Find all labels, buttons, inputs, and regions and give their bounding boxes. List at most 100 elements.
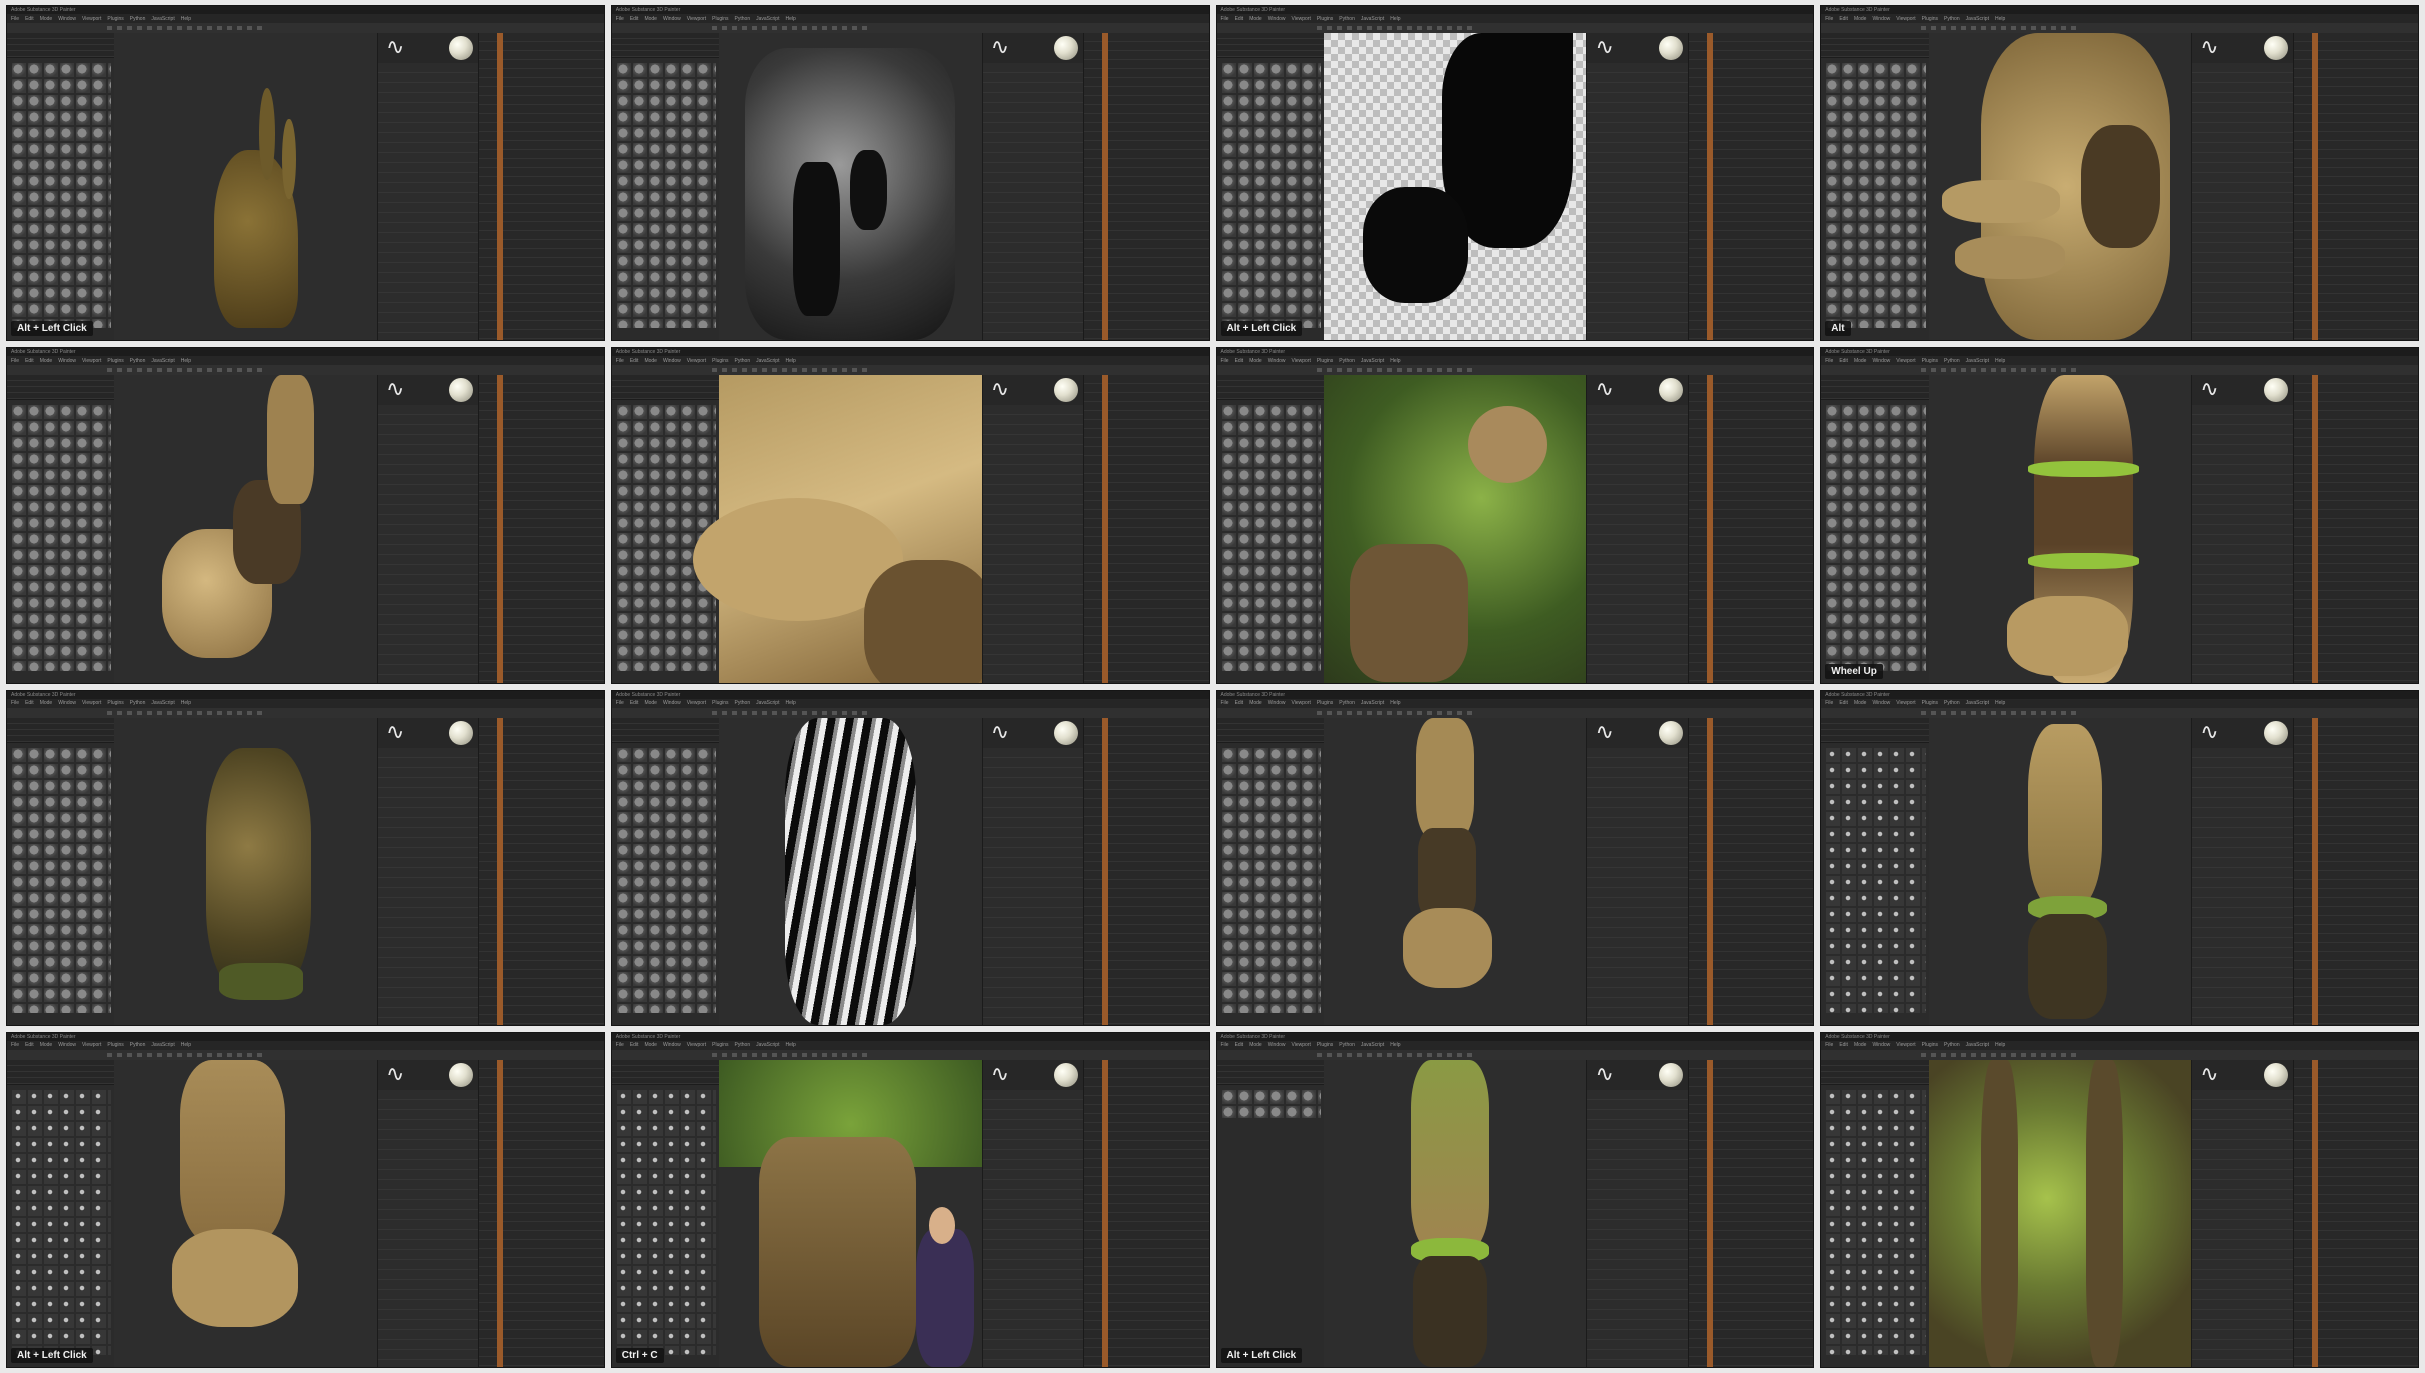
menu-item[interactable]: Plugins xyxy=(712,700,728,706)
menu-item[interactable]: File xyxy=(11,700,19,706)
menu-item[interactable]: File xyxy=(1825,16,1833,22)
layer-stack[interactable] xyxy=(1083,375,1209,683)
menu-item[interactable]: File xyxy=(1221,1042,1229,1048)
asset-thumbnails[interactable] xyxy=(10,403,112,671)
menu-item[interactable]: Mode xyxy=(1249,16,1262,22)
menu-item[interactable]: Help xyxy=(181,700,191,706)
menu-item[interactable]: Plugins xyxy=(1922,358,1938,364)
layer-stack[interactable] xyxy=(2292,33,2418,341)
menu-item[interactable]: JavaScript xyxy=(1361,16,1384,22)
menu-item[interactable]: Help xyxy=(785,358,795,364)
layer-stack[interactable] xyxy=(1687,375,1814,683)
menu-item[interactable]: JavaScript xyxy=(756,700,779,706)
menu-item[interactable]: JavaScript xyxy=(1361,700,1384,706)
asset-thumbnails[interactable] xyxy=(1824,745,1926,1013)
menu-item[interactable]: Viewport xyxy=(687,358,706,364)
menu-item[interactable]: JavaScript xyxy=(1361,358,1384,364)
menu-item[interactable]: Python xyxy=(1944,1042,1960,1048)
menu-item[interactable]: Help xyxy=(1390,700,1400,706)
menu-item[interactable]: Plugins xyxy=(1922,700,1938,706)
menu-item[interactable]: JavaScript xyxy=(151,358,174,364)
menu-item[interactable]: JavaScript xyxy=(756,358,779,364)
menu-item[interactable]: Help xyxy=(1995,1042,2005,1048)
3d-viewport[interactable] xyxy=(1928,1059,2192,1367)
3d-viewport[interactable] xyxy=(1323,33,1587,341)
menu-item[interactable]: Plugins xyxy=(712,16,728,22)
menu-item[interactable]: File xyxy=(11,16,19,22)
menu-item[interactable]: JavaScript xyxy=(1966,358,1989,364)
menu-item[interactable]: File xyxy=(1221,358,1229,364)
menu-item[interactable]: Help xyxy=(181,16,191,22)
menu-item[interactable]: Plugins xyxy=(107,358,123,364)
menu-item[interactable]: Mode xyxy=(1249,358,1262,364)
menu-item[interactable]: Help xyxy=(1390,16,1400,22)
menu-item[interactable]: Mode xyxy=(644,16,657,22)
menu-item[interactable]: Mode xyxy=(40,1042,53,1048)
menu-item[interactable]: Python xyxy=(735,16,751,22)
menu-item[interactable]: File xyxy=(616,16,624,22)
menu-item[interactable]: Edit xyxy=(1235,1042,1244,1048)
3d-viewport[interactable] xyxy=(1323,1059,1587,1367)
3d-viewport[interactable] xyxy=(1928,375,2192,683)
layer-stack[interactable] xyxy=(1083,717,1209,1025)
asset-thumbnails[interactable] xyxy=(614,1087,717,1355)
menu-item[interactable]: Python xyxy=(735,1042,751,1048)
menu-item[interactable]: Window xyxy=(58,16,76,22)
menu-item[interactable]: Edit xyxy=(1235,358,1244,364)
menu-item[interactable]: Window xyxy=(663,1042,681,1048)
menu-item[interactable]: Plugins xyxy=(1922,1042,1938,1048)
layer-stack[interactable] xyxy=(1083,1059,1209,1367)
menu-item[interactable]: Plugins xyxy=(1317,16,1333,22)
layer-stack[interactable] xyxy=(2292,717,2418,1025)
menu-item[interactable]: Mode xyxy=(644,700,657,706)
menu-item[interactable]: Mode xyxy=(1854,16,1867,22)
menu-item[interactable]: Window xyxy=(1872,1042,1890,1048)
menu-item[interactable]: Window xyxy=(1268,16,1286,22)
menu-item[interactable]: Mode xyxy=(1249,1042,1262,1048)
layer-stack[interactable] xyxy=(478,1059,604,1367)
menu-item[interactable]: Window xyxy=(663,700,681,706)
menu-item[interactable]: JavaScript xyxy=(756,16,779,22)
menu-item[interactable]: Viewport xyxy=(687,700,706,706)
menu-item[interactable]: File xyxy=(616,1042,624,1048)
menu-item[interactable]: File xyxy=(1221,16,1229,22)
menu-item[interactable]: Window xyxy=(58,1042,76,1048)
3d-viewport[interactable] xyxy=(719,1059,982,1367)
menu-item[interactable]: Plugins xyxy=(1922,16,1938,22)
menu-item[interactable]: Edit xyxy=(1235,16,1244,22)
3d-viewport[interactable] xyxy=(114,717,377,1025)
3d-viewport[interactable] xyxy=(1323,375,1587,683)
layer-stack[interactable] xyxy=(1083,33,1209,341)
menu-item[interactable]: Edit xyxy=(1839,1042,1848,1048)
menu-item[interactable]: Viewport xyxy=(1292,16,1311,22)
menu-item[interactable]: Edit xyxy=(630,358,639,364)
asset-thumbnails[interactable] xyxy=(1219,1087,1321,1118)
menu-item[interactable]: Python xyxy=(130,1042,146,1048)
asset-thumbnails[interactable] xyxy=(1824,403,1926,671)
menu-item[interactable]: File xyxy=(616,358,624,364)
menu-item[interactable]: Viewport xyxy=(1896,700,1915,706)
menu-item[interactable]: Help xyxy=(1995,358,2005,364)
menu-item[interactable]: Help xyxy=(785,16,795,22)
layer-stack[interactable] xyxy=(478,375,604,683)
menu-item[interactable]: Edit xyxy=(25,700,34,706)
menu-item[interactable]: Edit xyxy=(630,1042,639,1048)
menu-item[interactable]: Python xyxy=(130,700,146,706)
3d-viewport[interactable] xyxy=(1928,33,2192,341)
menu-item[interactable]: Window xyxy=(663,358,681,364)
menu-item[interactable]: Window xyxy=(1268,1042,1286,1048)
menu-item[interactable]: File xyxy=(1825,1042,1833,1048)
menu-item[interactable]: Plugins xyxy=(1317,700,1333,706)
menu-item[interactable]: Mode xyxy=(644,1042,657,1048)
menu-item[interactable]: Help xyxy=(1995,700,2005,706)
asset-thumbnails[interactable] xyxy=(1219,403,1321,671)
menu-item[interactable]: JavaScript xyxy=(1361,1042,1384,1048)
menu-item[interactable]: Edit xyxy=(25,1042,34,1048)
menu-item[interactable]: File xyxy=(616,700,624,706)
menu-item[interactable]: Help xyxy=(181,1042,191,1048)
asset-thumbnails[interactable] xyxy=(614,61,717,329)
menu-item[interactable]: Python xyxy=(1339,700,1355,706)
menu-item[interactable]: Help xyxy=(1995,16,2005,22)
layer-stack[interactable] xyxy=(1687,717,1814,1025)
asset-thumbnails[interactable] xyxy=(1824,1087,1926,1355)
